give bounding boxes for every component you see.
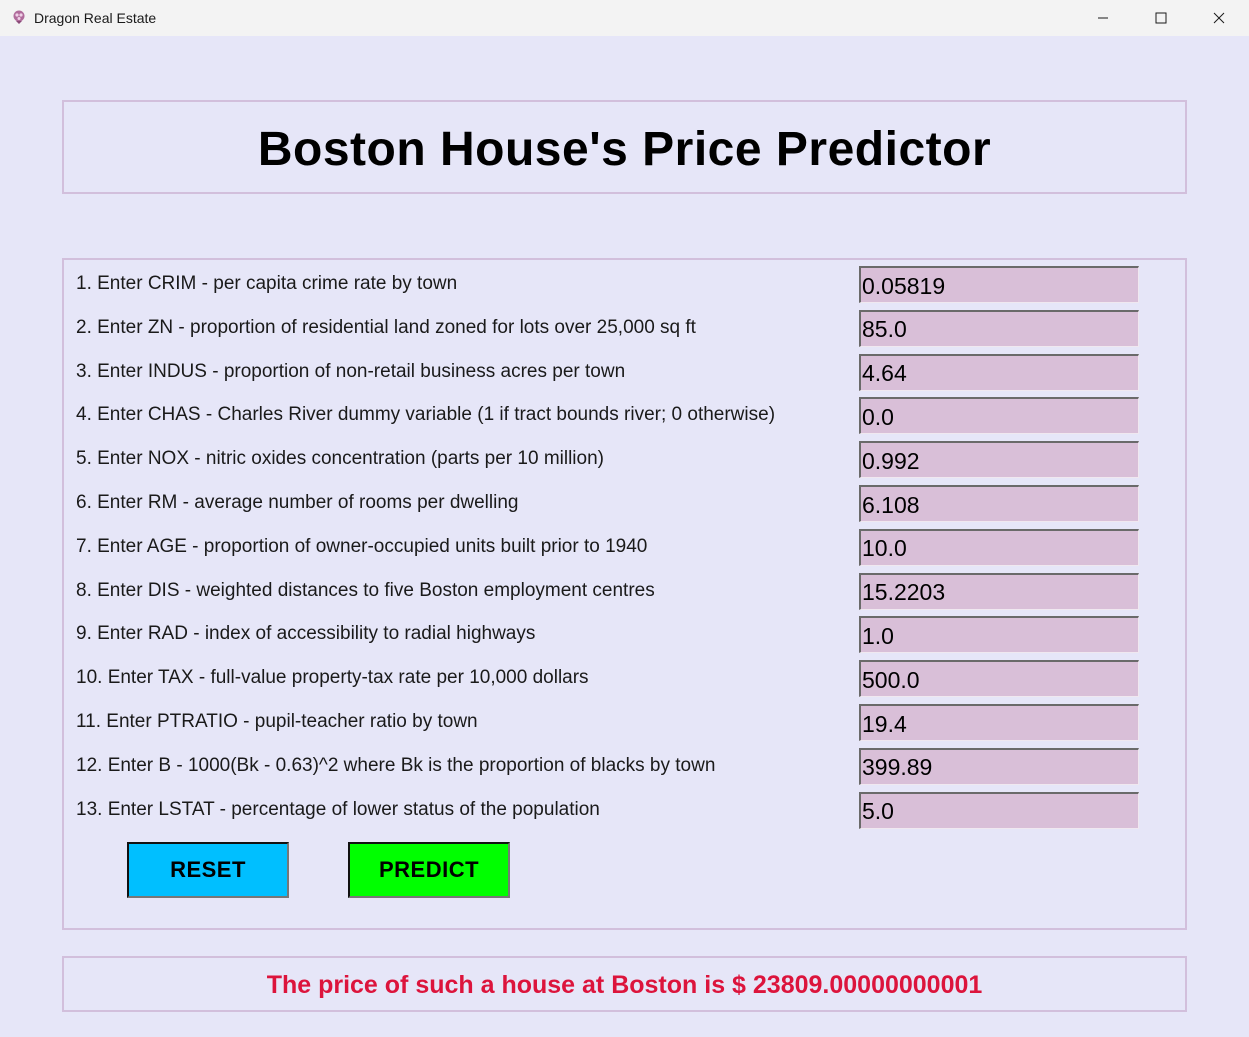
field-label: 4. Enter CHAS - Charles River dummy vari… [76, 404, 776, 426]
field-input[interactable] [859, 660, 1139, 698]
maximize-icon [1155, 12, 1167, 24]
result-text: The price of such a house at Boston is $… [266, 971, 983, 999]
field-label: 5. Enter NOX - nitric oxides concentrati… [76, 448, 604, 470]
maximize-button[interactable] [1132, 0, 1190, 36]
field-input[interactable] [859, 704, 1139, 741]
title-panel: Boston House's Price Predictor [62, 100, 1187, 194]
field-label: 1. Enter CRIM - per capita crime rate by… [76, 273, 458, 294]
field-label: 12. Enter B - 1000(Bk - 0.63)^2 where Bk… [76, 754, 716, 776]
page-title: Boston House's Price Predictor [257, 123, 992, 176]
field-label: 11. Enter PTRATIO - pupil-teacher ratio … [76, 711, 478, 732]
field-label: 2. Enter ZN - proportion of residential … [76, 316, 696, 338]
close-icon [1213, 12, 1225, 24]
reset-button[interactable]: RESET [127, 842, 289, 898]
window-title: Dragon Real Estate [34, 10, 157, 26]
field-input[interactable] [859, 791, 1139, 829]
field-input[interactable] [859, 572, 1139, 610]
field-label: 6. Enter RM - average number of rooms pe… [76, 492, 519, 513]
minimize-icon [1098, 17, 1108, 19]
field-label: 9. Enter RAD - index of accessibility to… [76, 623, 536, 645]
field-input[interactable] [859, 309, 1139, 347]
dragon-app-icon [11, 9, 27, 25]
field-input[interactable] [859, 353, 1139, 391]
predict-button[interactable]: PREDICT [348, 842, 510, 898]
result-panel: The price of such a house at Boston is $… [62, 956, 1187, 1012]
field-input[interactable] [859, 397, 1139, 435]
field-label: 13. Enter LSTAT - percentage of lower st… [76, 798, 600, 820]
field-input[interactable] [859, 616, 1139, 654]
field-input[interactable] [859, 528, 1139, 566]
app-window: Dragon Real Estate Boston House's Price … [0, 0, 1249, 1037]
title-bar[interactable]: Dragon Real Estate [0, 0, 1249, 36]
field-label: 7. Enter AGE - proportion of owner-occup… [76, 535, 648, 557]
field-input[interactable] [859, 441, 1139, 479]
field-label: 10. Enter TAX - full-value property-tax … [76, 667, 589, 689]
minimize-button[interactable] [1074, 0, 1132, 36]
field-label: 3. Enter INDUS - proportion of non-retai… [76, 360, 626, 382]
field-input[interactable] [859, 266, 1139, 303]
field-input[interactable] [859, 485, 1139, 522]
form-panel: 1. Enter CRIM - per capita crime rate by… [62, 258, 1187, 930]
field-label: 8. Enter DIS - weighted distances to fiv… [76, 579, 655, 601]
close-button[interactable] [1190, 0, 1248, 36]
field-input[interactable] [859, 747, 1139, 785]
